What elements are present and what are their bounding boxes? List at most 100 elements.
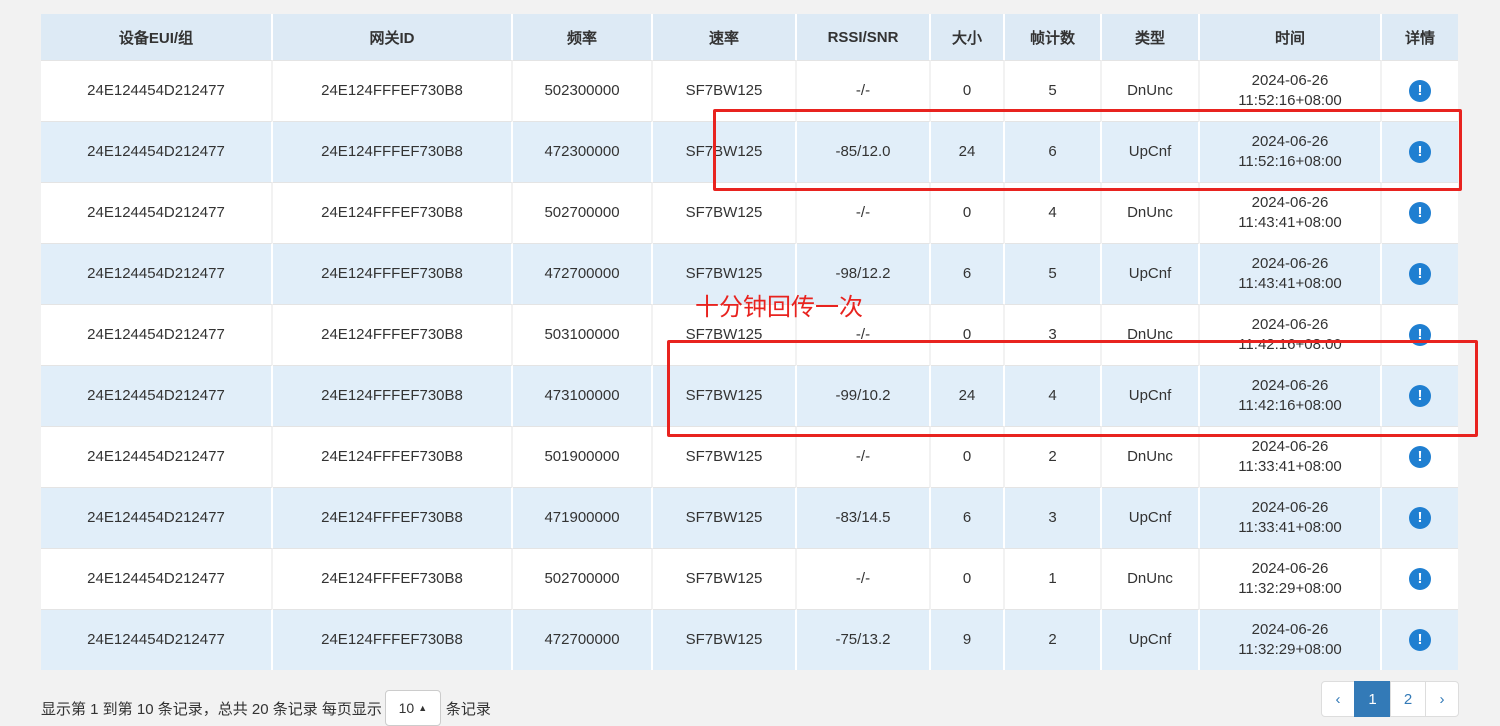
cell-rate: SF7BW125 [653,609,797,670]
cell-rate: SF7BW125 [653,426,797,487]
cell-rssi-snr: -85/12.0 [797,121,931,182]
info-circle-icon[interactable]: ! [1409,507,1431,529]
pagination-page-2[interactable]: 2 [1390,681,1426,717]
table-row[interactable]: 24E124454D212477 24E124FFFEF730B8 47190000… [41,487,1458,548]
cell-gateway-id: 24E124FFFEF730B8 [273,243,513,304]
cell-size: 0 [931,426,1005,487]
cell-frequency: 471900000 [513,487,653,548]
page-size-suffix: 条记录 [445,700,491,718]
cell-frequency: 502700000 [513,548,653,609]
cell-gateway-id: 24E124FFFEF730B8 [273,609,513,670]
cell-time-date: 2024-06-26 [1251,560,1329,577]
records-table: 设备EUI/组 网关ID 频率 速率 RSSI/SNR 大小 帧计数 类型 时间… [41,14,1458,670]
table-row[interactable]: 24E124454D212477 24E124FFFEF730B8 50270000… [41,182,1458,243]
cell-rssi-snr: -/- [797,60,931,121]
cell-type: DnUnc [1102,548,1200,609]
info-circle-icon[interactable]: ! [1409,141,1431,163]
cell-time-clock: 11:52:16+08:00 [1238,92,1342,109]
cell-size: 6 [931,243,1005,304]
table-row[interactable]: 24E124454D212477 24E124FFFEF730B8 47270000… [41,609,1458,670]
table-row[interactable]: 24E124454D212477 24E124FFFEF730B8 50190000… [41,426,1458,487]
cell-frame-count: 6 [1005,121,1102,182]
cell-type: UpCnf [1102,121,1200,182]
cell-gateway-id: 24E124FFFEF730B8 [273,548,513,609]
cell-gateway-id: 24E124FFFEF730B8 [273,182,513,243]
cell-device-eui: 24E124454D212477 [41,548,273,609]
cell-device-eui: 24E124454D212477 [41,182,273,243]
cell-rssi-snr: -/- [797,182,931,243]
cell-rssi-snr: -/- [797,548,931,609]
pagination-prev[interactable]: ‹ [1321,681,1355,717]
cell-frequency: 502300000 [513,60,653,121]
cell-type: UpCnf [1102,487,1200,548]
table-row[interactable]: 24E124454D212477 24E124FFFEF730B8 47310000… [41,365,1458,426]
cell-time-date: 2024-06-26 [1251,316,1329,333]
records-table-container: 设备EUI/组 网关ID 频率 速率 RSSI/SNR 大小 帧计数 类型 时间… [41,14,1458,670]
table-row[interactable]: 24E124454D212477 24E124FFFEF730B8 50230000… [41,60,1458,121]
cell-details: ! [1382,243,1458,304]
cell-device-eui: 24E124454D212477 [41,365,273,426]
info-circle-icon[interactable]: ! [1409,568,1431,590]
col-header-rate[interactable]: 速率 [653,14,797,60]
cell-rate: SF7BW125 [653,365,797,426]
col-header-frequency[interactable]: 频率 [513,14,653,60]
cell-details: ! [1382,609,1458,670]
cell-time-date: 2024-06-26 [1251,621,1329,638]
cell-details: ! [1382,121,1458,182]
cell-device-eui: 24E124454D212477 [41,60,273,121]
col-header-size[interactable]: 大小 [931,14,1005,60]
col-header-frame-count[interactable]: 帧计数 [1005,14,1102,60]
cell-size: 24 [931,365,1005,426]
cell-type: DnUnc [1102,304,1200,365]
cell-time: 2024-06-26 11:52:16+08:00 [1200,60,1382,121]
cell-size: 0 [931,60,1005,121]
cell-type: DnUnc [1102,60,1200,121]
info-circle-icon[interactable]: ! [1409,385,1431,407]
cell-time: 2024-06-26 11:32:29+08:00 [1200,609,1382,670]
cell-time-date: 2024-06-26 [1251,72,1329,89]
cell-time-clock: 11:33:41+08:00 [1238,519,1342,536]
cell-time: 2024-06-26 11:43:41+08:00 [1200,182,1382,243]
cell-device-eui: 24E124454D212477 [41,121,273,182]
cell-size: 9 [931,609,1005,670]
col-header-type[interactable]: 类型 [1102,14,1200,60]
cell-time: 2024-06-26 11:52:16+08:00 [1200,121,1382,182]
col-header-rssi-snr[interactable]: RSSI/SNR [797,14,931,60]
page-size-dropdown[interactable]: 10 ▲ [384,690,441,726]
col-header-details: 详情 [1382,14,1458,60]
cell-frequency: 502700000 [513,182,653,243]
cell-time-date: 2024-06-26 [1251,255,1329,272]
cell-gateway-id: 24E124FFFEF730B8 [273,304,513,365]
cell-frequency: 472300000 [513,121,653,182]
cell-device-eui: 24E124454D212477 [41,304,273,365]
records-summary: 显示第 1 到第 10 条记录，总共 20 条记录 每页显示 [41,700,382,718]
cell-frame-count: 4 [1005,365,1102,426]
cell-size: 0 [931,304,1005,365]
cell-time: 2024-06-26 11:42:16+08:00 [1200,365,1382,426]
cell-frame-count: 2 [1005,609,1102,670]
cell-frame-count: 5 [1005,243,1102,304]
annotation-text: 十分钟回传一次 [695,293,863,321]
info-circle-icon[interactable]: ! [1409,80,1431,102]
cell-frame-count: 4 [1005,182,1102,243]
table-row[interactable]: 24E124454D212477 24E124FFFEF730B8 47230000… [41,121,1458,182]
col-header-eui[interactable]: 设备EUI/组 [41,14,273,60]
cell-rate: SF7BW125 [653,121,797,182]
pagination-next[interactable]: › [1425,681,1459,717]
info-circle-icon[interactable]: ! [1409,446,1431,468]
cell-gateway-id: 24E124FFFEF730B8 [273,121,513,182]
table-footer-summary: 显示第 1 到第 10 条记录，总共 20 条记录 每页显示 10 ▲ 条记录 [41,690,491,726]
info-circle-icon[interactable]: ! [1409,324,1431,346]
cell-size: 24 [931,121,1005,182]
table-row[interactable]: 24E124454D212477 24E124FFFEF730B8 50270000… [41,548,1458,609]
col-header-time[interactable]: 时间 [1200,14,1382,60]
info-circle-icon[interactable]: ! [1409,629,1431,651]
col-header-gateway[interactable]: 网关ID [273,14,513,60]
info-circle-icon[interactable]: ! [1409,263,1431,285]
pagination-page-1[interactable]: 1 [1354,681,1391,717]
cell-size: 0 [931,182,1005,243]
cell-size: 6 [931,487,1005,548]
cell-type: UpCnf [1102,365,1200,426]
cell-time: 2024-06-26 11:32:29+08:00 [1200,548,1382,609]
info-circle-icon[interactable]: ! [1409,202,1431,224]
